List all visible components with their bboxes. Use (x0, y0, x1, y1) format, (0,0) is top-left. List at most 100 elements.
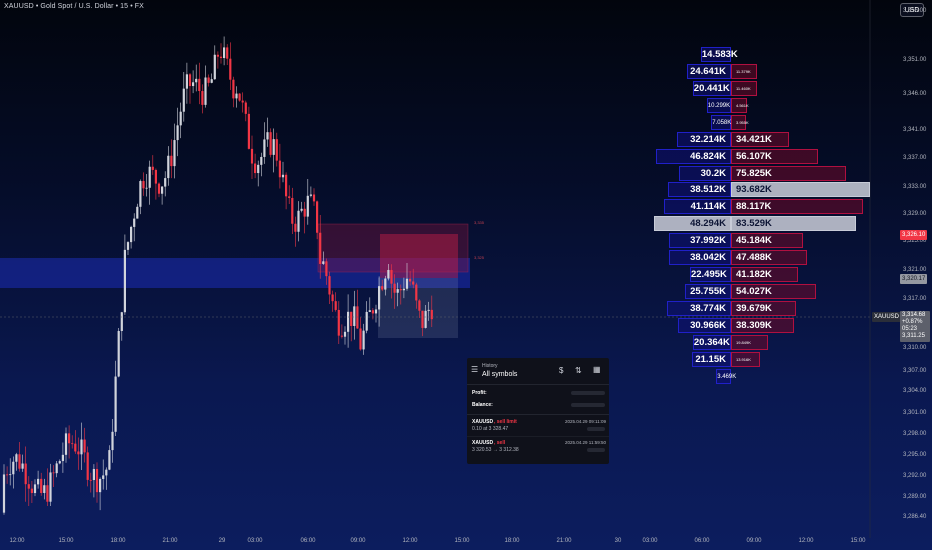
trade-time: 2025.04.29 09:11:09 (565, 419, 606, 424)
time-axis[interactable] (0, 536, 870, 550)
candle-body (232, 79, 235, 99)
candle-body (105, 469, 108, 476)
price-axis-label: 3,286.40 (903, 514, 927, 520)
price-axis-label: 3,337.00 (903, 155, 927, 161)
time-axis-label: 12:00 (798, 538, 814, 544)
volume-left-bar: 20.441K (692, 81, 731, 96)
volume-left-bar: 7.058K (711, 115, 731, 130)
candle-body (362, 330, 365, 350)
price-axis-label: 3,298.00 (903, 431, 927, 437)
time-axis-label: 15:00 (454, 538, 470, 544)
price-axis-label: 3,310.00 (903, 345, 927, 351)
candle-body (61, 454, 64, 462)
candle-body (390, 269, 393, 284)
price-axis-label: 3,356.00 (903, 8, 927, 14)
candle-body (340, 335, 343, 337)
menu-icon[interactable]: ☰ (471, 365, 478, 374)
volume-right-bar: 45.184K (731, 233, 804, 248)
candle-body (291, 197, 294, 224)
candle-body (424, 310, 427, 328)
candle-body (213, 54, 216, 80)
volume-right-bar: 39.679K (731, 301, 796, 316)
price-axis-label: 3,351.00 (903, 57, 927, 63)
candle-body (49, 472, 52, 502)
symbol-price-tag: XAUUSD (872, 312, 902, 322)
candle-body (303, 208, 306, 217)
candle-body (52, 472, 55, 474)
candle-body (238, 93, 241, 101)
red-price-tag: 3,326.10 (900, 230, 928, 240)
candle-body (130, 226, 133, 243)
candle-body (278, 160, 281, 178)
candle-body (95, 468, 99, 493)
candle-body (223, 47, 226, 59)
candle-body (9, 474, 12, 476)
candle-body (421, 310, 424, 328)
candle-body (263, 139, 266, 157)
candle-body (6, 474, 9, 476)
candle-body (21, 463, 24, 469)
candle-body (374, 309, 378, 314)
candle-body (185, 74, 188, 89)
candle-body (347, 311, 350, 332)
candle-body (399, 289, 402, 291)
candle-body (396, 289, 399, 293)
volume-right-bar: 19.849K (731, 335, 769, 350)
candle-body (371, 310, 374, 314)
candle-body (192, 82, 195, 87)
current-price: 3,314.68 (902, 312, 926, 318)
candle-body (359, 328, 362, 350)
candle-body (269, 132, 272, 155)
candle-body (247, 113, 250, 149)
time-axis-label: 06:00 (300, 538, 316, 544)
candle-body (244, 102, 247, 114)
volume-right-bar: 11.379K (731, 64, 757, 79)
candle-body (353, 306, 356, 326)
candle-body (157, 183, 161, 194)
candle-body (288, 196, 291, 198)
balance-value-redacted (571, 403, 605, 407)
calendar-icon[interactable]: ▦ (593, 365, 601, 374)
candle-body (381, 286, 384, 290)
candle-body (111, 431, 114, 451)
time-axis-label: 15:00 (850, 538, 866, 544)
candle-body (80, 439, 83, 455)
volume-left-bar: 46.824K (656, 149, 731, 164)
dollar-sort-icon[interactable]: $ (559, 366, 563, 375)
volume-right-bar: 38.309K (731, 318, 794, 333)
price-axis-label: 3,329.00 (903, 211, 927, 217)
candle-body (120, 312, 123, 332)
candle-body (12, 461, 15, 475)
candle-body (30, 488, 33, 494)
trade-symbol: XAUUSD (472, 440, 494, 446)
history-panel[interactable]: ☰ History All symbols $ ⇅ ▦ Profit: Bala… (467, 358, 609, 464)
candle-body (427, 309, 430, 311)
candle-body (136, 206, 139, 219)
volume-left-bar: 10.299K (706, 98, 731, 113)
candle-body (176, 125, 179, 141)
symbol-filter[interactable]: All symbols (482, 371, 517, 378)
time-axis-label: 18:00 (110, 538, 126, 544)
gray-zone (378, 278, 458, 338)
candle-body (415, 284, 418, 301)
candle-body (151, 166, 154, 170)
candle-body (219, 56, 223, 59)
symbol-title: XAUUSD • Gold Spot / U.S. Dollar • 15 • … (4, 3, 144, 10)
candle-body (309, 194, 312, 196)
candle-body (216, 54, 219, 57)
change-percent: +0.87% (902, 319, 923, 325)
candle-body (409, 278, 412, 282)
sort-icon[interactable]: ⇅ (575, 366, 582, 375)
volume-left-bar: 3.469K (716, 369, 736, 384)
candle-body (207, 77, 210, 83)
profit-label: Profit: (472, 390, 487, 396)
candle-body (430, 309, 433, 320)
zone-label-lower: 3,325 (474, 255, 485, 260)
volume-right-bar: 34.421K (731, 132, 789, 147)
gray-price-tag: 3,320.17 (900, 274, 928, 284)
candle-body (241, 100, 244, 103)
candle-body (123, 249, 126, 313)
profit-value-redacted (571, 391, 605, 395)
time-axis-label: 15:00 (58, 538, 74, 544)
candle-body (142, 181, 145, 189)
